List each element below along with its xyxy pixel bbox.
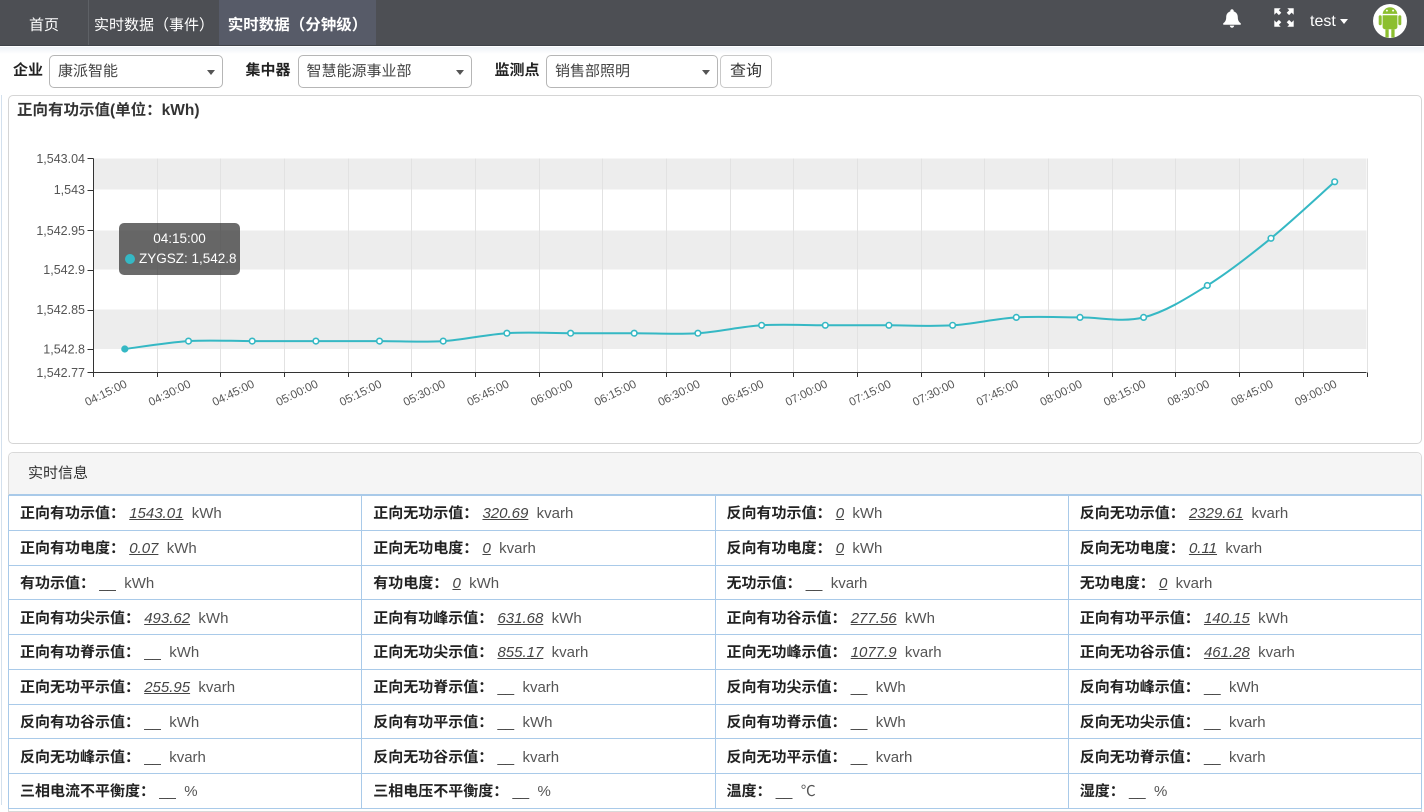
svg-text:08:30:00: 08:30:00 — [1165, 378, 1211, 409]
svg-text:06:30:00: 06:30:00 — [656, 378, 702, 409]
svg-text:09:00:00: 09:00:00 — [1293, 378, 1339, 409]
svg-text:06:00:00: 06:00:00 — [529, 378, 575, 409]
svg-text:07:45:00: 07:45:00 — [974, 378, 1020, 409]
svg-text:1,542.95: 1,542.95 — [36, 224, 85, 238]
svg-text:07:00:00: 07:00:00 — [783, 378, 829, 409]
svg-text:05:30:00: 05:30:00 — [401, 378, 447, 409]
svg-text:1,542.8: 1,542.8 — [43, 342, 85, 356]
svg-text:1,542.77: 1,542.77 — [36, 366, 85, 380]
svg-text:1,543.04: 1,543.04 — [36, 152, 85, 166]
svg-text:08:15:00: 08:15:00 — [1102, 378, 1148, 409]
svg-text:08:45:00: 08:45:00 — [1229, 378, 1275, 409]
svg-text:04:45:00: 04:45:00 — [210, 378, 256, 409]
svg-text:07:15:00: 07:15:00 — [847, 378, 893, 409]
svg-text:06:45:00: 06:45:00 — [720, 378, 766, 409]
svg-text:1,542.85: 1,542.85 — [36, 303, 85, 317]
svg-text:05:15:00: 05:15:00 — [338, 378, 384, 409]
svg-text:04:15:00: 04:15:00 — [83, 378, 129, 409]
svg-text:08:00:00: 08:00:00 — [1038, 378, 1084, 409]
svg-text:1,543: 1,543 — [54, 183, 85, 197]
svg-text:07:30:00: 07:30:00 — [911, 378, 957, 409]
svg-text:05:00:00: 05:00:00 — [274, 378, 320, 409]
svg-text:05:45:00: 05:45:00 — [465, 378, 511, 409]
svg-text:1,542.9: 1,542.9 — [43, 263, 85, 277]
svg-text:06:15:00: 06:15:00 — [592, 378, 638, 409]
svg-text:04:30:00: 04:30:00 — [147, 378, 193, 409]
